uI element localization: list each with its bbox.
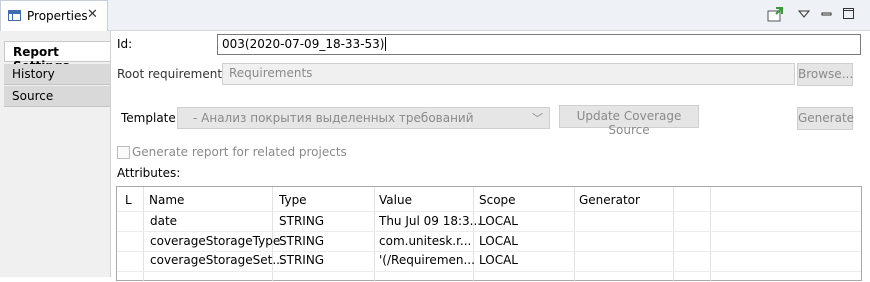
- column-header-name[interactable]: Name: [149, 193, 184, 207]
- row-divider: [117, 211, 861, 212]
- view-titlebar: [0, 0, 870, 31]
- cell-scope[interactable]: LOCAL: [479, 234, 518, 248]
- column-divider: [710, 187, 711, 282]
- column-divider: [574, 187, 575, 282]
- column-divider: [143, 187, 144, 282]
- column-divider: [473, 187, 474, 282]
- minimize-icon[interactable]: [821, 8, 833, 20]
- properties-view-icon: [8, 10, 21, 21]
- id-input-value: 003(2020-07-09_18-33-53): [222, 37, 385, 51]
- cell-type[interactable]: STRING: [279, 253, 324, 267]
- root-requirement-field[interactable]: Requirements: [222, 63, 795, 85]
- column-divider: [673, 187, 674, 282]
- generate-button[interactable]: Generate: [797, 107, 854, 130]
- attributes-label: Attributes:: [117, 166, 181, 180]
- update-coverage-source-button[interactable]: Update Coverage Source: [559, 105, 699, 137]
- cell-name[interactable]: coverageStorageSet...: [150, 253, 284, 267]
- tab-source[interactable]: Source: [4, 86, 110, 107]
- close-icon[interactable]: ✕: [87, 7, 98, 22]
- column-divider: [374, 187, 375, 282]
- row-divider: [117, 251, 861, 252]
- cell-name[interactable]: date: [150, 214, 177, 228]
- id-input[interactable]: 003(2020-07-09_18-33-53): [217, 34, 861, 55]
- cell-name[interactable]: coverageStorageType: [150, 234, 280, 248]
- template-label: Template:: [121, 111, 180, 125]
- view-menu-icon[interactable]: [798, 9, 810, 19]
- cell-value[interactable]: '(/Requiremen...: [379, 253, 475, 267]
- column-header-type[interactable]: Type: [279, 193, 307, 207]
- tab-history[interactable]: History: [4, 64, 110, 85]
- attributes-table: L Name Type Value Scope Generator date S…: [116, 186, 862, 282]
- chevron-down-icon: ﹀: [532, 112, 543, 125]
- column-header-l[interactable]: L: [125, 193, 132, 207]
- cell-scope[interactable]: LOCAL: [479, 253, 518, 267]
- related-projects-label: Generate report for related projects: [132, 145, 347, 159]
- tab-report-settings[interactable]: Report Settings: [4, 41, 110, 73]
- maximize-icon[interactable]: [842, 7, 856, 21]
- cell-type[interactable]: STRING: [279, 234, 324, 248]
- column-header-generator[interactable]: Generator: [579, 193, 640, 207]
- row-divider: [117, 271, 861, 272]
- id-label: Id:: [117, 37, 133, 51]
- template-combo-value: - Анализ покрытия выделенных требований: [193, 111, 474, 125]
- column-header-scope[interactable]: Scope: [479, 193, 516, 207]
- column-header-value[interactable]: Value: [379, 193, 412, 207]
- related-projects-checkbox[interactable]: [117, 146, 130, 159]
- cell-type[interactable]: STRING: [279, 214, 324, 228]
- properties-tab-label: Properties: [27, 9, 88, 23]
- cell-scope[interactable]: LOCAL: [479, 214, 518, 228]
- cell-value[interactable]: Thu Jul 09 18:3...: [379, 214, 481, 228]
- root-requirement-label: Root requirement:: [117, 67, 227, 81]
- browse-button[interactable]: Browse...: [797, 63, 853, 86]
- row-divider: [117, 231, 861, 232]
- template-combo[interactable]: - Анализ покрытия выделенных требований …: [177, 107, 550, 129]
- properties-tab[interactable]: Properties ✕: [0, 0, 108, 31]
- pin-icon[interactable]: [767, 7, 785, 23]
- cell-value[interactable]: com.unitesk.r...: [379, 234, 471, 248]
